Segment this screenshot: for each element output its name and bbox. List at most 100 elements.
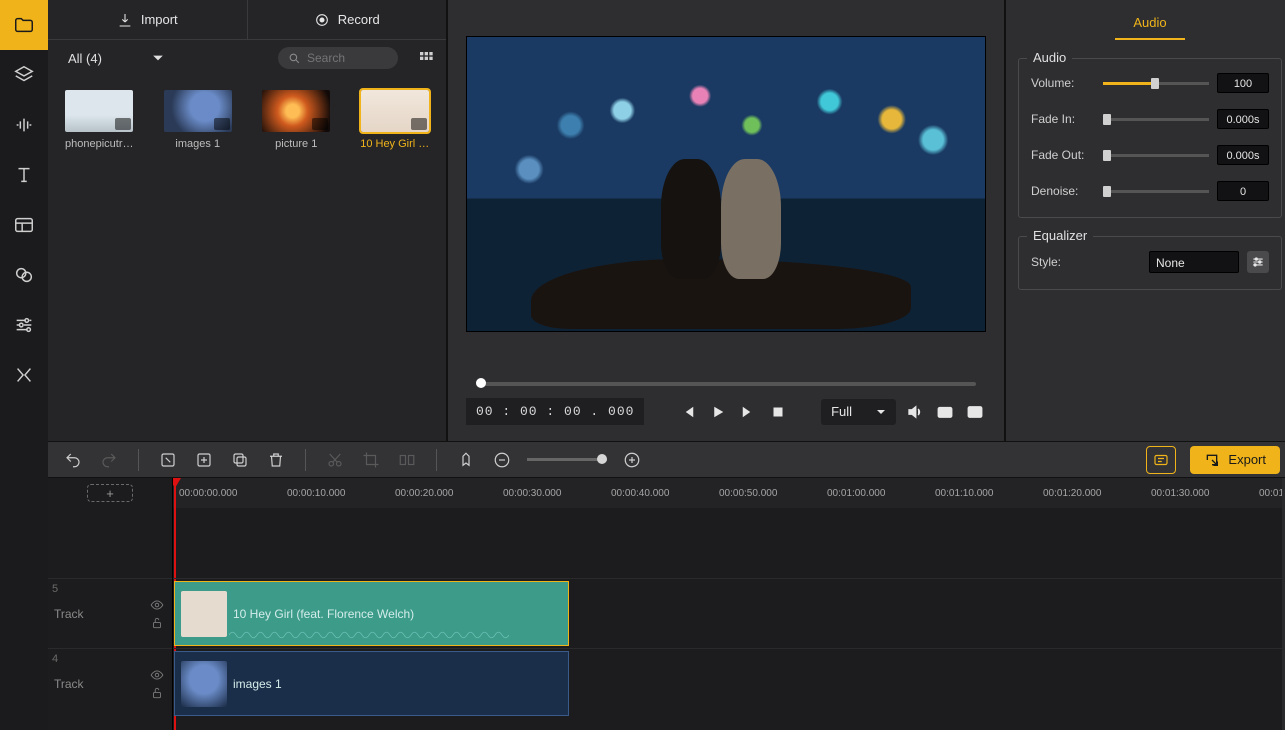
rail-text[interactable] (0, 150, 48, 200)
media-item[interactable]: picture 1 (257, 90, 336, 150)
crop-button[interactable] (360, 449, 382, 471)
media-item-label: phonepicutr… (60, 138, 139, 150)
prev-frame-button[interactable] (677, 401, 699, 423)
preview-panel: 00 : 00 : 00 . 000 Full (448, 0, 1004, 441)
import-label: Import (141, 12, 178, 27)
fadein-value[interactable]: 0.000s (1217, 109, 1269, 129)
fadein-label: Fade In: (1031, 112, 1095, 126)
preview-scrubber[interactable] (476, 382, 976, 386)
eq-style-label: Style: (1031, 255, 1095, 269)
fadeout-value[interactable]: 0.000s (1217, 145, 1269, 165)
volume-label: Volume: (1031, 76, 1095, 90)
zoom-in-button[interactable] (621, 449, 643, 471)
export-button[interactable]: Export (1190, 446, 1280, 474)
audio-group: Audio Volume: 100 Fade In: 0.000s Fade O… (1018, 58, 1282, 218)
add-marker-button[interactable] (193, 449, 215, 471)
eq-settings-button[interactable] (1247, 251, 1269, 273)
volume-button[interactable] (904, 401, 926, 423)
rail-adjust[interactable] (0, 300, 48, 350)
audio-legend: Audio (1027, 50, 1072, 65)
time-ruler[interactable]: 00:00:00.00000:00:10.00000:00:20.00000:0… (173, 478, 1285, 508)
eq-style-select[interactable]: None (1149, 251, 1239, 273)
track-label: Track (54, 677, 84, 691)
track-number: 5 (52, 583, 58, 595)
audio-tab[interactable]: Audio (1115, 7, 1184, 40)
clip-thumb (181, 661, 227, 707)
image-badge-icon (214, 118, 230, 130)
next-frame-button[interactable] (737, 401, 759, 423)
visibility-icon[interactable] (150, 598, 164, 612)
chevron-down-icon (152, 52, 164, 64)
duplicate-button[interactable] (229, 449, 251, 471)
media-filter-dropdown[interactable]: All (4) (60, 47, 172, 70)
import-tab[interactable]: Import (48, 0, 248, 39)
timeline-tracks[interactable]: 00:00:00.00000:00:10.00000:00:20.00000:0… (173, 478, 1285, 730)
search-input[interactable] (307, 51, 387, 65)
timeline-toolbar: Export (48, 441, 1285, 478)
media-item[interactable]: images 1 (159, 90, 238, 150)
volume-slider[interactable] (1103, 82, 1209, 85)
play-button[interactable] (707, 401, 729, 423)
ruler-tick: 00:00:10.000 (287, 488, 345, 499)
redo-button[interactable] (98, 449, 120, 471)
split-button[interactable] (396, 449, 418, 471)
ruler-tick: 00:00:50.000 (719, 488, 777, 499)
media-item-label: picture 1 (257, 138, 336, 150)
select-tool-button[interactable] (157, 449, 179, 471)
export-label: Export (1228, 452, 1266, 467)
media-item[interactable]: phonepicutr… (60, 90, 139, 150)
stop-button[interactable] (767, 401, 789, 423)
rail-layout[interactable] (0, 200, 48, 250)
timecode-display: 00 : 00 : 00 . 000 (466, 398, 644, 425)
fadein-slider[interactable] (1103, 118, 1209, 121)
search-box[interactable] (278, 47, 398, 69)
ruler-tick: 00:01:00.000 (827, 488, 885, 499)
equalizer-legend: Equalizer (1027, 228, 1093, 243)
zoom-slider[interactable] (527, 458, 607, 461)
record-label: Record (338, 12, 380, 27)
ruler-tick: 00:00:30.000 (503, 488, 561, 499)
grid-view-icon[interactable] (418, 50, 434, 66)
search-icon (288, 52, 301, 65)
auto-button[interactable] (1146, 446, 1176, 474)
rail-filter[interactable] (0, 250, 48, 300)
rail-media[interactable] (0, 0, 48, 50)
marker-button[interactable] (455, 449, 477, 471)
preview-canvas[interactable] (466, 36, 986, 332)
ruler-tick: 00:01:30.000 (1151, 488, 1209, 499)
lock-icon[interactable] (150, 616, 164, 630)
chevron-down-icon (876, 407, 886, 417)
rail-audio[interactable] (0, 100, 48, 150)
fullscreen-button[interactable] (964, 401, 986, 423)
volume-value[interactable]: 100 (1217, 73, 1269, 93)
preview-image (651, 139, 801, 309)
visibility-icon[interactable] (150, 668, 164, 682)
denoise-value[interactable]: 0 (1217, 181, 1269, 201)
track-label: Track (54, 607, 84, 621)
undo-button[interactable] (62, 449, 84, 471)
fadeout-slider[interactable] (1103, 154, 1209, 157)
media-item-label: 10 Hey Girl … (356, 138, 435, 150)
rail-overlay[interactable] (0, 50, 48, 100)
quality-dropdown[interactable]: Full (821, 399, 896, 425)
video-clip[interactable]: images 1 (174, 651, 569, 716)
track-header[interactable]: 4 Track (48, 648, 172, 718)
waveform-icon (229, 628, 509, 642)
denoise-slider[interactable] (1103, 190, 1209, 193)
record-tab[interactable]: Record (248, 0, 447, 39)
media-thumbnails: phonepicutr… images 1 picture 1 10 Hey G… (48, 76, 446, 164)
export-icon (1204, 452, 1220, 468)
zoom-out-button[interactable] (491, 449, 513, 471)
timeline: + 5 Track 4 Track 00:00:00.00000:00:1 (48, 478, 1285, 730)
snapshot-button[interactable] (934, 401, 956, 423)
delete-button[interactable] (265, 449, 287, 471)
audio-clip[interactable]: 10 Hey Girl (feat. Florence Welch) (174, 581, 569, 646)
lock-icon[interactable] (150, 686, 164, 700)
media-item[interactable]: 10 Hey Girl … (356, 90, 435, 150)
cut-button[interactable] (324, 449, 346, 471)
clip-thumb (181, 591, 227, 637)
image-badge-icon (312, 118, 328, 130)
rail-transition[interactable] (0, 350, 48, 400)
track-header[interactable]: 5 Track (48, 578, 172, 648)
add-track-button[interactable]: + (87, 484, 133, 502)
